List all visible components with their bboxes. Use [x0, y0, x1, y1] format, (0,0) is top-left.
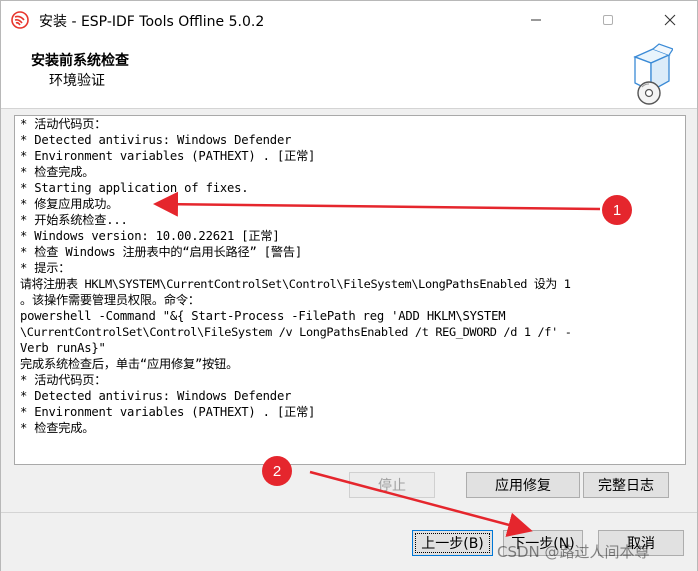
back-button[interactable]: 上一步(B)	[412, 530, 493, 556]
full-log-button[interactable]: 完整日志	[583, 472, 669, 498]
log-line: * Environment variables (PATHEXT) . [正常]	[20, 149, 316, 163]
log-line: * Detected antivirus: Windows Defender	[20, 389, 292, 403]
wizard-header: 安装前系统检查 环境验证	[1, 39, 697, 109]
log-line: 请将注册表 HKLM\SYSTEM\CurrentControlSet\Cont…	[20, 277, 571, 291]
log-line: \CurrentControlSet\Control\FileSystem /v…	[20, 325, 572, 339]
log-line: 完成系统检查后，单击“应用修复”按钮。	[20, 357, 239, 371]
log-line: * 检查完成。	[20, 165, 95, 179]
log-line: * 提示：	[20, 261, 71, 275]
log-line: * 修复应用成功。	[20, 197, 119, 211]
log-line: * Windows version: 10.00.22621 [正常]	[20, 229, 280, 243]
log-line: 。该操作需要管理员权限。命令：	[20, 293, 200, 307]
check-log-textarea[interactable]: * 活动代码页： * Detected antivirus: Windows D…	[14, 115, 686, 465]
log-line: * Environment variables (PATHEXT) . [正常]	[20, 405, 316, 419]
log-line: * 检查完成。	[20, 421, 95, 435]
log-line: * 活动代码页：	[20, 117, 107, 131]
log-line: * Detected antivirus: Windows Defender	[20, 133, 292, 147]
close-button[interactable]	[647, 1, 693, 39]
close-icon	[664, 14, 676, 26]
log-line: * 开始系统检查...	[20, 213, 128, 227]
annotation-badge-2: 2	[262, 456, 292, 486]
log-line: * 检查 Windows 注册表中的“启用长路径” [警告]	[20, 245, 303, 259]
espressif-logo-icon	[11, 11, 29, 29]
window-title: 安装 - ESP-IDF Tools Offline 5.0.2	[39, 14, 265, 30]
minimize-button[interactable]	[513, 1, 559, 39]
log-line: * 活动代码页：	[20, 373, 107, 387]
log-line: powershell -Command "&{ Start-Process -F…	[20, 309, 506, 323]
log-line: Verb runAs}"	[20, 341, 106, 355]
csdn-watermark: CSDN @路过人间本尊	[497, 543, 650, 561]
title-bar: 安装 - ESP-IDF Tools Offline 5.0.2	[1, 1, 697, 39]
annotation-badge-1: 1	[602, 195, 632, 225]
apply-fix-button[interactable]: 应用修复	[466, 472, 580, 498]
maximize-button[interactable]	[585, 1, 631, 39]
minimize-icon	[531, 19, 541, 21]
maximize-icon	[603, 15, 613, 25]
installer-box-disc-icon	[633, 43, 673, 105]
log-line: * Starting application of fixes.	[20, 181, 249, 195]
installer-window: 安装 - ESP-IDF Tools Offline 5.0.2 安装前系统检查…	[0, 0, 698, 571]
stop-button[interactable]: 停止	[349, 472, 435, 498]
page-subtitle: 环境验证	[49, 73, 105, 89]
page-title: 安装前系统检查	[31, 53, 129, 69]
